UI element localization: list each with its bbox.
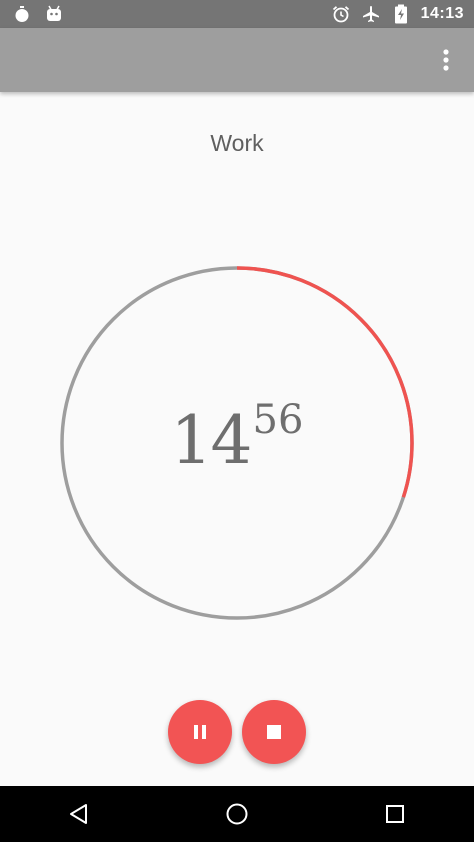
more-vert-icon (443, 49, 449, 71)
timer-minutes: 14 (170, 402, 253, 479)
battery-charging-icon (391, 4, 411, 24)
app-bar (0, 28, 474, 92)
overflow-menu-button[interactable] (428, 42, 464, 78)
navigation-bar (0, 786, 474, 842)
back-triangle-icon (70, 804, 87, 824)
recents-square-icon (386, 805, 404, 823)
pause-icon (194, 725, 206, 739)
status-bar: 14:13 (0, 0, 474, 28)
stopwatch-icon (12, 4, 32, 24)
status-left-icons (12, 4, 64, 24)
nav-back-button[interactable] (49, 786, 109, 842)
android-icon (44, 4, 64, 24)
stop-icon (267, 725, 281, 739)
alarm-icon (331, 4, 351, 24)
status-right-icons: 14:13 (331, 0, 464, 28)
airplane-mode-icon (361, 4, 381, 24)
nav-recents-button[interactable] (365, 786, 425, 842)
nav-home-button[interactable] (207, 786, 267, 842)
home-circle-icon (226, 803, 248, 825)
timer-seconds: 56 (252, 397, 304, 443)
timer-readout: 1456 (0, 400, 474, 474)
session-label: Work (210, 130, 264, 156)
status-time: 14:13 (420, 5, 464, 22)
timer-controls (0, 700, 474, 764)
screen: 14:13 Work 1456 (0, 0, 474, 842)
stop-button[interactable] (242, 700, 306, 764)
pause-button[interactable] (168, 700, 232, 764)
